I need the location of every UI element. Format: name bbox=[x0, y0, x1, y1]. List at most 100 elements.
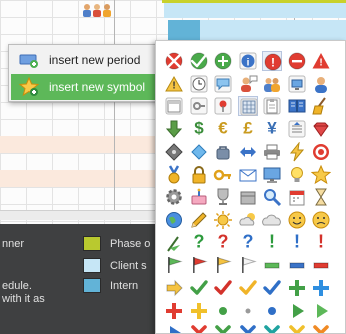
palette-symbol[interactable] bbox=[189, 255, 209, 275]
palette-symbol[interactable]: ? bbox=[213, 233, 233, 253]
palette-symbol[interactable]: $ bbox=[189, 119, 209, 139]
palette-symbol[interactable]: ! bbox=[311, 51, 331, 71]
palette-symbol[interactable] bbox=[213, 96, 233, 116]
palette-symbol[interactable] bbox=[262, 187, 282, 207]
palette-symbol[interactable] bbox=[213, 74, 233, 94]
palette-symbol[interactable] bbox=[238, 74, 258, 94]
palette-symbol[interactable] bbox=[238, 142, 258, 162]
palette-symbol[interactable] bbox=[262, 74, 282, 94]
palette-symbol[interactable] bbox=[237, 96, 258, 117]
palette-symbol[interactable] bbox=[213, 210, 233, 230]
palette-symbol[interactable] bbox=[311, 210, 331, 230]
palette-symbol[interactable] bbox=[262, 255, 282, 275]
palette-symbol[interactable] bbox=[238, 323, 258, 333]
palette-symbol[interactable]: £ bbox=[238, 119, 258, 139]
palette-symbol[interactable] bbox=[164, 233, 184, 253]
palette-symbol[interactable] bbox=[287, 74, 307, 94]
palette-symbol[interactable] bbox=[213, 255, 233, 275]
palette-symbol[interactable] bbox=[189, 51, 209, 71]
palette-symbol[interactable] bbox=[213, 142, 233, 162]
palette-symbol[interactable] bbox=[164, 96, 184, 116]
palette-symbol[interactable] bbox=[311, 74, 331, 94]
palette-symbol[interactable]: ! bbox=[262, 51, 282, 71]
menu-item-insert-symbol[interactable]: insert new symbol bbox=[11, 74, 165, 100]
palette-symbol[interactable]: ! bbox=[164, 74, 184, 94]
palette-symbol[interactable] bbox=[287, 141, 307, 162]
palette-symbol[interactable] bbox=[287, 165, 307, 185]
legend-label-phase: Phase o bbox=[110, 238, 151, 250]
palette-symbol[interactable] bbox=[213, 187, 233, 207]
palette-symbol[interactable] bbox=[189, 165, 209, 185]
palette-symbol[interactable]: ? bbox=[189, 233, 209, 253]
palette-symbol[interactable] bbox=[311, 301, 331, 321]
palette-symbol[interactable] bbox=[262, 301, 282, 321]
palette-symbol[interactable] bbox=[189, 96, 209, 116]
palette-symbol[interactable] bbox=[164, 278, 184, 298]
palette-symbol[interactable] bbox=[287, 255, 307, 275]
palette-symbol[interactable] bbox=[311, 164, 331, 185]
palette-symbol[interactable]: ¥ bbox=[262, 119, 282, 139]
palette-symbol[interactable] bbox=[189, 323, 209, 333]
palette-symbol[interactable] bbox=[164, 323, 184, 333]
palette-symbol[interactable] bbox=[213, 165, 233, 185]
palette-symbol[interactable] bbox=[238, 255, 258, 275]
palette-symbol[interactable] bbox=[287, 119, 307, 139]
palette-symbol[interactable] bbox=[287, 96, 307, 116]
palette-symbol[interactable] bbox=[311, 142, 331, 162]
palette-symbol[interactable] bbox=[164, 51, 184, 71]
palette-symbol[interactable] bbox=[213, 51, 233, 71]
palette-symbol[interactable] bbox=[189, 187, 209, 207]
palette-symbol[interactable] bbox=[287, 278, 307, 298]
no-entry-icon bbox=[165, 52, 183, 70]
palette-symbol[interactable] bbox=[311, 323, 331, 333]
user-icon bbox=[315, 76, 327, 93]
menu-item-insert-period[interactable]: insert new period bbox=[11, 47, 165, 73]
palette-symbol[interactable]: ! bbox=[311, 233, 331, 253]
palette-symbol[interactable] bbox=[238, 278, 258, 298]
palette-symbol[interactable] bbox=[213, 301, 233, 321]
palette-symbol[interactable]: ! bbox=[287, 233, 307, 253]
palette-symbol[interactable] bbox=[213, 278, 233, 298]
palette-symbol[interactable] bbox=[164, 119, 184, 139]
palette-symbol[interactable] bbox=[189, 142, 209, 162]
palette-symbol[interactable] bbox=[311, 119, 331, 139]
palette-symbol[interactable] bbox=[262, 142, 282, 162]
palette-symbol[interactable] bbox=[189, 278, 209, 298]
palette-symbol[interactable]: ! bbox=[262, 233, 282, 253]
palette-symbol[interactable] bbox=[287, 187, 307, 207]
calendar-red-icon bbox=[289, 190, 304, 206]
palette-symbol[interactable] bbox=[213, 323, 233, 333]
palette-symbol[interactable] bbox=[262, 323, 282, 333]
palette-symbol[interactable] bbox=[189, 74, 209, 94]
palette-symbol[interactable] bbox=[262, 165, 282, 185]
palette-symbol[interactable] bbox=[189, 210, 209, 230]
palette-symbol[interactable] bbox=[262, 210, 282, 230]
palette-symbol[interactable] bbox=[311, 278, 331, 298]
palette-symbol[interactable] bbox=[164, 164, 184, 185]
palette-symbol[interactable] bbox=[164, 301, 184, 321]
palette-symbol[interactable] bbox=[287, 323, 307, 333]
palette-symbol[interactable]: ? bbox=[238, 233, 258, 253]
palette-symbol[interactable] bbox=[287, 51, 307, 71]
palette-symbol[interactable] bbox=[311, 96, 331, 116]
palette-symbol[interactable] bbox=[238, 187, 258, 207]
palette-symbol[interactable] bbox=[164, 210, 184, 230]
palette-symbol[interactable] bbox=[262, 278, 282, 298]
palette-symbol[interactable] bbox=[287, 210, 307, 230]
palette-symbol[interactable] bbox=[238, 210, 258, 230]
star-icon bbox=[19, 77, 39, 97]
palette-symbol[interactable]: i bbox=[238, 51, 258, 71]
palette-symbol[interactable] bbox=[238, 165, 258, 185]
palette-symbol[interactable] bbox=[262, 96, 282, 116]
palette-symbol[interactable] bbox=[287, 301, 307, 321]
palette-symbol[interactable]: € bbox=[213, 119, 233, 139]
phase-bar[interactable] bbox=[162, 0, 346, 3]
palette-symbol[interactable] bbox=[164, 187, 184, 207]
intern-bar[interactable] bbox=[168, 20, 200, 42]
palette-symbol[interactable] bbox=[189, 301, 209, 321]
palette-symbol[interactable] bbox=[311, 255, 331, 275]
palette-symbol[interactable] bbox=[164, 255, 184, 275]
palette-symbol[interactable] bbox=[311, 187, 331, 207]
palette-symbol[interactable] bbox=[238, 301, 258, 321]
palette-symbol[interactable] bbox=[164, 142, 184, 162]
